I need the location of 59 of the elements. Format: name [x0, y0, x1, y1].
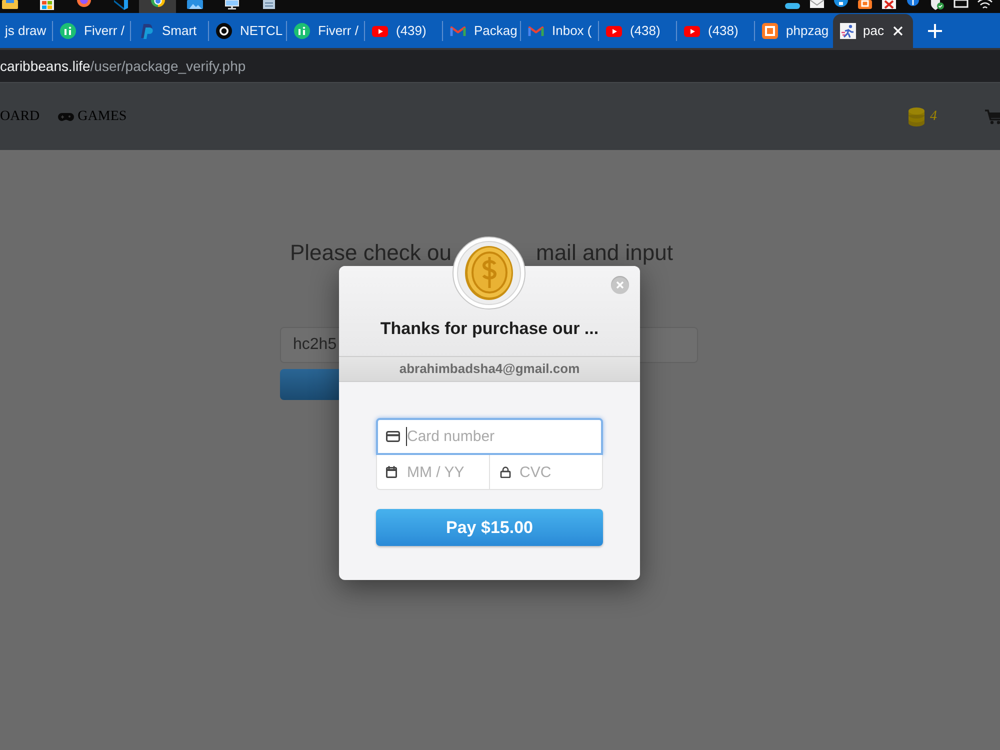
close-icon	[616, 281, 624, 289]
ring-logo-icon	[216, 23, 232, 39]
wifi-icon	[977, 0, 993, 10]
envelope-icon	[809, 0, 825, 10]
card-number-field[interactable]: Card number	[376, 418, 603, 455]
browser-tab[interactable]: NETCL	[209, 14, 286, 48]
document-icon	[881, 0, 897, 10]
browser-icon	[150, 0, 166, 10]
coin-icon	[452, 236, 526, 310]
play-icon	[684, 23, 700, 39]
plus-icon	[928, 24, 942, 38]
browser-tab[interactable]: Packag	[443, 14, 520, 48]
p-logo-icon	[138, 23, 154, 39]
browser-tab[interactable]: Smart	[131, 14, 208, 48]
browser-tab[interactable]: pac	[833, 14, 913, 48]
pay-button[interactable]: Pay $15.00	[376, 509, 603, 546]
close-icon	[893, 26, 903, 36]
taskbar-button[interactable]	[139, 0, 176, 13]
store-icon	[38, 0, 54, 10]
picture-icon	[186, 0, 202, 10]
shield-icon	[929, 0, 945, 10]
browser-tab[interactable]: (438)	[677, 14, 754, 48]
dialog-title: Thanks for purchase our ...	[380, 318, 599, 340]
gamepad-icon	[58, 112, 74, 120]
customer-email: abrahimbadsha4@gmail.com	[399, 360, 580, 378]
square-logo-icon	[762, 23, 778, 39]
display-icon	[953, 0, 969, 10]
code-editor-icon	[112, 0, 128, 10]
browser-tab[interactable]: Fiverr /	[53, 14, 130, 48]
cloud-icon	[785, 0, 801, 10]
address-field[interactable]: caribbeans.life/user/package_verify.php	[0, 50, 1000, 82]
folder-icon	[2, 0, 18, 10]
browser-tab[interactable]: js draw	[0, 14, 52, 48]
text-cursor	[406, 427, 407, 446]
browser-tab[interactable]: (439)	[365, 14, 442, 48]
page-heading: Please check ou	[290, 242, 452, 264]
lock-icon	[500, 466, 510, 478]
card-icon	[386, 431, 400, 442]
browser-tab[interactable]: Fiverr /	[287, 14, 364, 48]
runner-icon	[840, 23, 856, 39]
monitor-icon	[224, 0, 240, 10]
round-logo-icon	[60, 23, 76, 39]
page-heading: mail and input	[536, 242, 673, 264]
browser-tab[interactable]: Inbox (	[521, 14, 598, 48]
calendar-icon	[386, 466, 397, 478]
cvc-field[interactable]: CVC	[490, 455, 603, 490]
coin-stack-icon[interactable]	[908, 106, 925, 126]
expiry-field[interactable]: MM / YY	[376, 455, 490, 490]
document-icon	[260, 0, 276, 10]
browser-tab[interactable]: (438)	[599, 14, 676, 48]
round-logo-icon	[294, 23, 310, 39]
circle-app-icon	[833, 0, 849, 10]
browser-tab[interactable]: phpzag	[755, 14, 832, 48]
square-app-icon	[857, 0, 873, 10]
play-icon	[372, 23, 388, 39]
tab-close-button[interactable]	[891, 24, 905, 38]
play-icon	[606, 23, 622, 39]
coin-count: 4	[930, 108, 937, 126]
browser-icon	[76, 0, 92, 10]
